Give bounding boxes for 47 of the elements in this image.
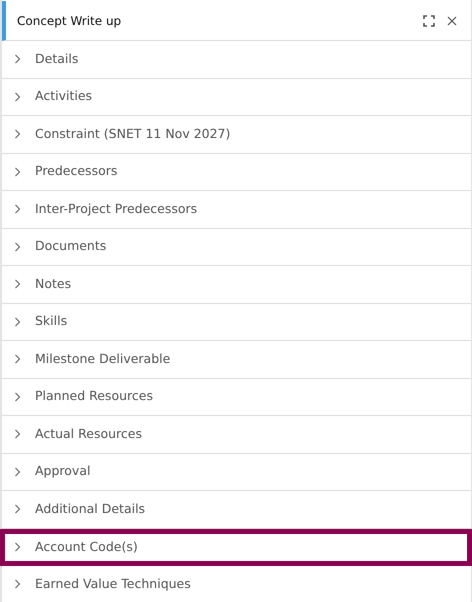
- section-header[interactable]: Approval: [2, 454, 471, 491]
- section-header[interactable]: Notes: [2, 266, 471, 304]
- chevron-icon: [14, 242, 21, 252]
- panel-title: Concept Write up: [17, 12, 122, 30]
- chevron-icon: [14, 129, 21, 140]
- section-label: Predecessors: [35, 162, 118, 180]
- section-label: Account Code(s): [35, 538, 138, 556]
- section-header[interactable]: Skills: [2, 304, 471, 341]
- expand-icon[interactable]: [423, 14, 435, 26]
- chevron-icon: [14, 316, 21, 327]
- chevron-icon: [14, 92, 21, 102]
- chevron-icon: [14, 579, 21, 590]
- section-label: Constraint (SNET 11 Nov 2027): [35, 124, 230, 143]
- chevron-icon: [14, 54, 21, 64]
- section-label: Activities: [35, 87, 92, 106]
- section-label: Notes: [35, 274, 72, 293]
- section-label: Planned Resources: [35, 387, 153, 406]
- chevron-icon: [14, 466, 21, 477]
- section-label: Additional Details: [35, 500, 146, 518]
- section-label: Inter-Project Predecessors: [35, 200, 198, 218]
- section-header[interactable]: Predecessors: [2, 154, 471, 191]
- chevron-icon: [14, 354, 21, 364]
- section-label: Milestone Deliverable: [35, 350, 170, 368]
- chevron-icon: [14, 542, 21, 552]
- section-header[interactable]: Details: [2, 41, 471, 78]
- section-header[interactable]: Account Code(s): [0, 528, 472, 566]
- section-header[interactable]: Milestone Deliverable: [2, 341, 471, 378]
- chevron-icon: [14, 279, 21, 290]
- section-label: Approval: [35, 462, 90, 480]
- section-header[interactable]: Activities: [2, 78, 471, 116]
- section-label: Actual Resources: [35, 424, 142, 443]
- chevron-icon: [14, 392, 21, 402]
- section-header[interactable]: Documents: [2, 228, 471, 266]
- section-label: Details: [35, 50, 78, 68]
- chevron-icon: [14, 504, 21, 514]
- section-header[interactable]: Inter-Project Predecessors: [2, 191, 471, 228]
- chevron-icon: [14, 166, 21, 177]
- close-icon[interactable]: [447, 16, 457, 26]
- chevron-icon: [14, 429, 21, 440]
- section-label: Skills: [35, 312, 68, 330]
- chevron-icon: [14, 204, 21, 214]
- section-header[interactable]: Planned Resources: [2, 378, 471, 416]
- section-header[interactable]: Actual Resources: [2, 416, 471, 454]
- section-header[interactable]: Constraint (SNET 11 Nov 2027): [2, 116, 471, 154]
- section-label: Documents: [35, 237, 106, 256]
- section-label: Earned Value Techniques: [35, 574, 191, 593]
- section-header[interactable]: Earned Value Techniques: [2, 566, 471, 602]
